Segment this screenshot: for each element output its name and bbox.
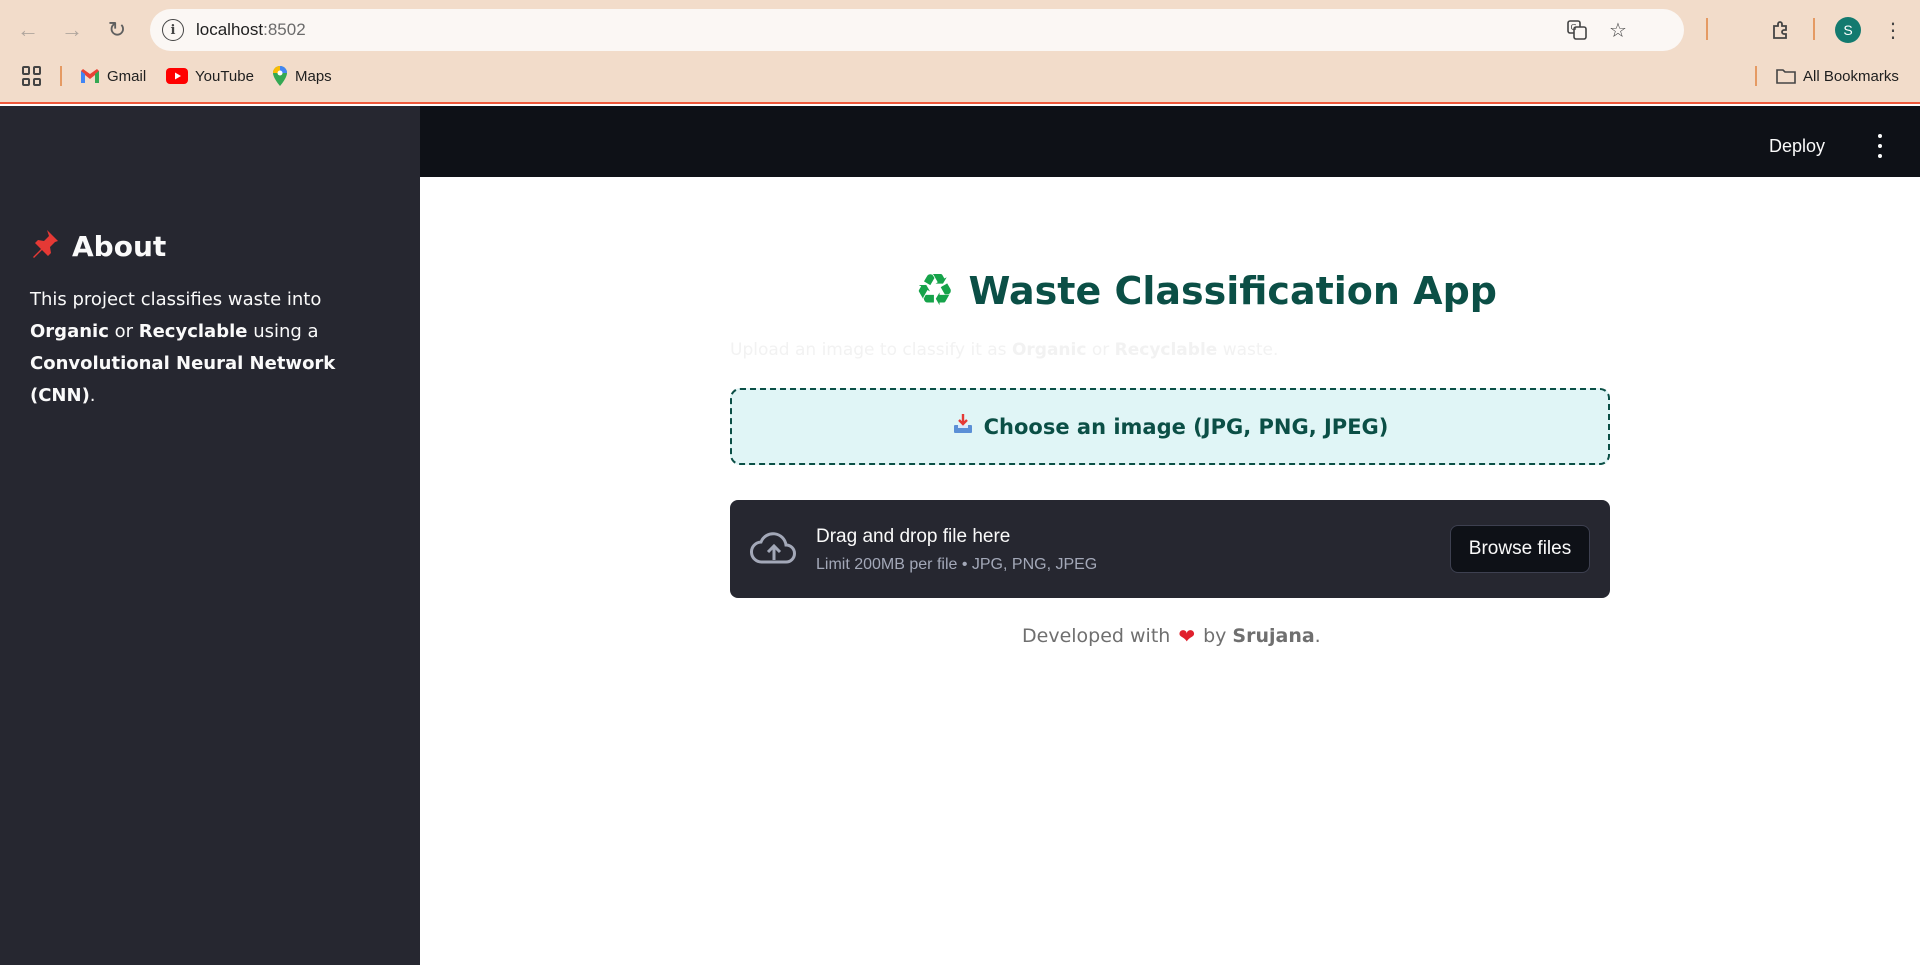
sidebar-description: This project classifies waste into Organ… <box>30 289 336 406</box>
youtube-icon <box>166 68 188 84</box>
address-bar[interactable]: i localhost:8502 G ☆ <box>150 9 1684 51</box>
bookmark-star-icon[interactable]: ☆ <box>1606 18 1630 42</box>
footer-credit: Developed with ❤ by Srujana. <box>1022 624 1321 648</box>
all-bookmarks[interactable]: All Bookmarks <box>1776 64 1899 88</box>
back-arrow-icon[interactable]: ← <box>10 12 46 48</box>
reload-icon[interactable]: ↻ <box>99 12 135 48</box>
extensions-icon[interactable] <box>1763 12 1799 48</box>
toolbar-divider <box>1706 18 1708 40</box>
svg-text:G: G <box>1571 23 1577 32</box>
browse-files-button[interactable]: Browse files <box>1450 525 1590 573</box>
dropzone-limit: Limit 200MB per file • JPG, PNG, JPEG <box>816 556 1098 573</box>
url-text[interactable]: localhost:8502 <box>196 20 306 40</box>
dropzone-title: Drag and drop file here <box>816 526 1011 547</box>
maps-icon <box>272 66 288 86</box>
page-subtitle: Upload an image to classify it as Organi… <box>730 340 1279 360</box>
cloud-upload-icon <box>750 530 798 568</box>
sidebar-title: About <box>30 228 166 265</box>
app-menu-icon[interactable] <box>1876 134 1884 158</box>
app-header: Deploy <box>420 106 1920 177</box>
file-dropzone[interactable]: Drag and drop file here Limit 200MB per … <box>730 500 1610 598</box>
browser-menu-icon[interactable]: ⋮ <box>1875 12 1911 48</box>
bookmark-maps[interactable]: Maps <box>272 64 332 88</box>
heart-icon: ❤ <box>1178 624 1196 648</box>
deploy-button[interactable]: Deploy <box>1769 136 1825 157</box>
browser-toolbar: ← → ↻ i localhost:8502 G ☆ S ⋮ <box>0 0 1920 104</box>
translate-icon[interactable]: G <box>1565 18 1589 42</box>
site-info-icon[interactable]: i <box>162 19 184 41</box>
page-title: ♻ Waste Classification App <box>915 265 1497 316</box>
apps-grid-icon[interactable] <box>22 66 42 86</box>
bookmark-gmail[interactable]: Gmail <box>80 64 146 88</box>
inbox-tray-icon <box>952 413 974 440</box>
bookmark-youtube[interactable]: YouTube <box>166 64 254 88</box>
gmail-icon <box>80 68 100 84</box>
bookmarks-divider <box>1755 66 1757 86</box>
choose-image-label: Choose an image (JPG, PNG, JPEG) <box>730 388 1610 465</box>
bookmarks-divider <box>60 66 62 86</box>
pushpin-icon <box>30 228 60 265</box>
profile-avatar[interactable]: S <box>1835 17 1861 43</box>
recycle-icon: ♻ <box>915 265 955 316</box>
folder-icon <box>1776 68 1796 84</box>
forward-arrow-icon[interactable]: → <box>54 12 90 48</box>
toolbar-divider <box>1813 18 1815 40</box>
